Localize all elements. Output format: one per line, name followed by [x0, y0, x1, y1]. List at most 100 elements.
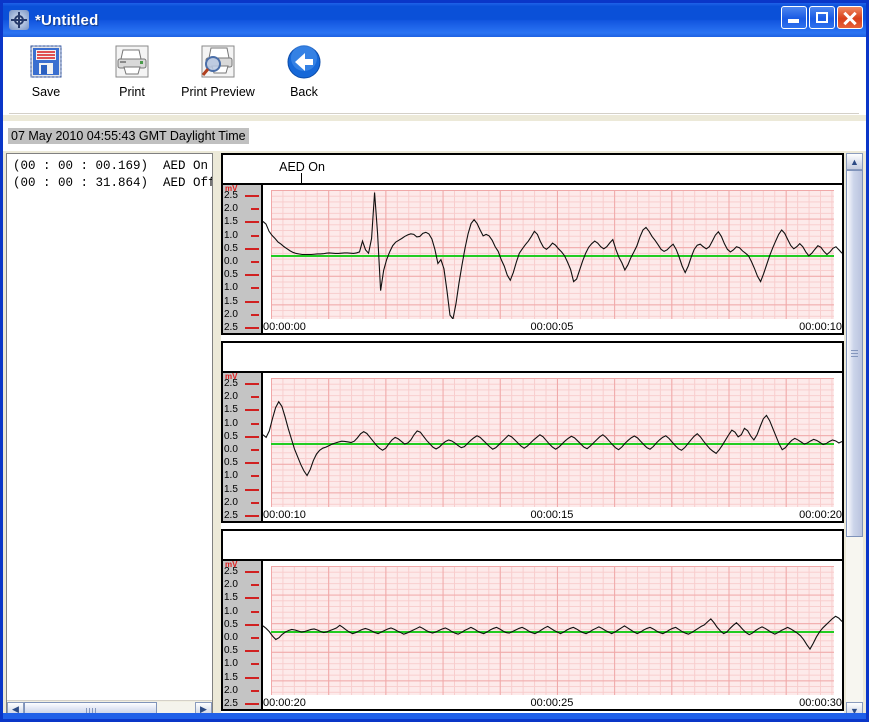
- y-axis-tick-label: 0.0: [224, 444, 238, 455]
- save-button[interactable]: Save: [3, 43, 89, 99]
- toolbar-divider: [9, 113, 859, 114]
- y-axis-tick-mark: [251, 637, 259, 639]
- strip-annotation-bar: [223, 531, 842, 561]
- y-axis-tick-label: 1.0: [224, 417, 238, 429]
- floppy-disk-save-icon: [27, 43, 65, 81]
- event-annotation-tick: [301, 173, 303, 183]
- x-axis: 00:00:00 00:00:05 00:00:10: [263, 319, 842, 333]
- y-axis-tick-mark: [245, 597, 259, 600]
- y-axis-tick-label: 1.5: [224, 295, 238, 307]
- y-axis-tick-label: 0.5: [224, 457, 238, 469]
- maximize-button[interactable]: [809, 6, 835, 29]
- vertical-scroll-thumb[interactable]: [846, 170, 863, 538]
- y-axis-tick-label: 2.0: [224, 391, 238, 403]
- y-axis-tick-mark: [245, 221, 259, 224]
- y-axis-tick-label: 0.0: [224, 256, 238, 267]
- ecg-strip[interactable]: AED On mV 2.5 2.0 1.5 1.0 0.5 0.0 0.5 1.0 1.5 2.0 2.…: [221, 153, 844, 335]
- ecg-strip[interactable]: mV 2.5 2.0 1.5 1.0 0.5 0.0 0.5 1.0 1.5 2.0 2.5 00:00…: [221, 529, 844, 711]
- strips-vertical-scrollbar[interactable]: ▲ ▼: [846, 153, 863, 719]
- printer-icon: [113, 43, 151, 81]
- x-axis-tick-label: 00:00:20: [799, 509, 842, 521]
- x-axis-tick-label: 00:00:25: [530, 697, 574, 709]
- y-axis-tick-label: 0.5: [224, 242, 238, 254]
- y-axis-tick-label: 2.0: [224, 579, 238, 591]
- save-label: Save: [31, 85, 61, 99]
- ecg-strips-viewport[interactable]: AED On mV 2.5 2.0 1.5 1.0 0.5 0.0 0.5 1.0 1.5 2.0 2.…: [221, 153, 844, 719]
- print-button[interactable]: Print: [89, 43, 175, 99]
- y-axis-tick-mark: [245, 488, 259, 491]
- y-axis-tick-mark: [245, 300, 259, 303]
- y-axis-tick-mark: [245, 571, 259, 573]
- y-axis-tick-mark: [245, 274, 259, 277]
- y-axis-tick-mark: [245, 327, 259, 329]
- y-axis-tick-label: 0.5: [224, 430, 238, 442]
- y-axis-tick-label: 0.0: [224, 632, 238, 643]
- y-axis-tick-mark: [245, 676, 259, 679]
- list-item[interactable]: (00 : 00 : 00.169) AED On: [13, 158, 210, 175]
- strip-body: mV 2.5 2.0 1.5 1.0 0.5 0.0 0.5 1.0 1.5 2.0 2.5 00:00…: [223, 373, 842, 521]
- main-content: (00 : 00 : 00.169) AED On (00 : 00 : 31.…: [6, 153, 863, 719]
- ecg-strip[interactable]: mV 2.5 2.0 1.5 1.0 0.5 0.0 0.5 1.0 1.5 2.0 2.5 00:00…: [221, 341, 844, 523]
- y-axis-tick-mark: [245, 383, 259, 385]
- x-axis-tick-label: 00:00:15: [530, 509, 574, 521]
- y-axis: mV 2.5 2.0 1.5 1.0 0.5 0.0 0.5 1.0 1.5 2.0 2.5: [223, 373, 263, 521]
- event-annotation-label: AED On: [279, 160, 325, 174]
- strip-annotation-bar: AED On: [223, 155, 842, 185]
- y-axis: mV 2.5 2.0 1.5 1.0 0.5 0.0 0.5 1.0 1.5 2.0 2.5: [223, 185, 263, 333]
- y-axis-tick-mark: [251, 396, 259, 399]
- print-preview-button[interactable]: Print Preview: [175, 43, 261, 99]
- aed-app-icon: [9, 10, 29, 30]
- y-axis-tick-label: 2.0: [224, 496, 238, 508]
- y-axis-tick-label: 1.0: [224, 605, 238, 617]
- y-axis-tick-mark: [251, 449, 259, 451]
- window-controls: [781, 6, 863, 29]
- y-axis-tick-mark: [245, 703, 259, 705]
- scroll-up-arrow-icon[interactable]: ▲: [846, 153, 863, 170]
- window-title: *Untitled: [35, 11, 99, 29]
- events-list[interactable]: (00 : 00 : 00.169) AED On (00 : 00 : 31.…: [7, 154, 212, 700]
- zero-baseline: [271, 254, 834, 257]
- y-axis-tick-mark: [251, 422, 259, 425]
- ecg-plot[interactable]: 00:00:20 00:00:25 00:00:30: [263, 561, 842, 709]
- x-axis-tick-label: 00:00:00: [263, 321, 306, 333]
- x-axis-tick-label: 00:00:10: [799, 321, 842, 333]
- y-axis-tick-mark: [251, 475, 259, 478]
- y-axis-tick-label: 2.0: [224, 203, 238, 215]
- y-axis-tick-mark: [245, 462, 259, 465]
- strips-area: AED On mV 2.5 2.0 1.5 1.0 0.5 0.0 0.5 1.0 1.5 2.0 2.…: [221, 153, 863, 719]
- vertical-scroll-track[interactable]: [846, 170, 863, 702]
- y-axis-tick-label: 1.5: [224, 483, 238, 495]
- y-axis-tick-mark: [251, 234, 259, 237]
- y-axis-tick-label: 1.0: [224, 470, 238, 482]
- y-axis-tick-label: 2.5: [224, 698, 238, 709]
- y-axis-tick-mark: [251, 610, 259, 613]
- y-axis-tick-mark: [251, 208, 259, 211]
- y-axis-tick-label: 1.5: [224, 404, 238, 416]
- y-axis-tick-label: 0.5: [224, 645, 238, 657]
- toolbar: Save Print Print Preview Back: [3, 37, 866, 115]
- y-axis-tick-label: 0.5: [224, 618, 238, 630]
- y-axis-tick-label: 2.0: [224, 308, 238, 320]
- ecg-plot[interactable]: 00:00:10 00:00:15 00:00:20: [263, 373, 842, 521]
- ecg-plot[interactable]: 00:00:00 00:00:05 00:00:10: [263, 185, 842, 333]
- y-axis-tick-label: 2.0: [224, 684, 238, 696]
- x-axis: 00:00:20 00:00:25 00:00:30: [263, 695, 842, 709]
- back-button[interactable]: Back: [261, 43, 347, 99]
- y-axis-tick-label: 1.0: [224, 282, 238, 294]
- back-label: Back: [290, 85, 318, 99]
- timestamp-bar: 07 May 2010 04:55:43 GMT Daylight Time: [3, 121, 866, 151]
- minimize-button[interactable]: [781, 6, 807, 29]
- back-arrow-circle-icon: [285, 43, 323, 81]
- list-item[interactable]: (00 : 00 : 31.864) AED Off: [13, 175, 212, 192]
- y-axis-tick-mark: [251, 584, 259, 587]
- y-axis-tick-mark: [251, 261, 259, 263]
- x-axis: 00:00:10 00:00:15 00:00:20: [263, 507, 842, 521]
- title-bar: *Untitled: [3, 3, 866, 37]
- y-axis-tick-label: 2.5: [224, 566, 238, 577]
- y-axis-tick-mark: [245, 195, 259, 197]
- close-button[interactable]: [837, 6, 863, 29]
- y-axis-tick-mark: [251, 663, 259, 666]
- y-axis-tick-mark: [245, 515, 259, 517]
- y-axis-tick-label: 2.5: [224, 510, 238, 521]
- y-axis-tick-mark: [245, 650, 259, 653]
